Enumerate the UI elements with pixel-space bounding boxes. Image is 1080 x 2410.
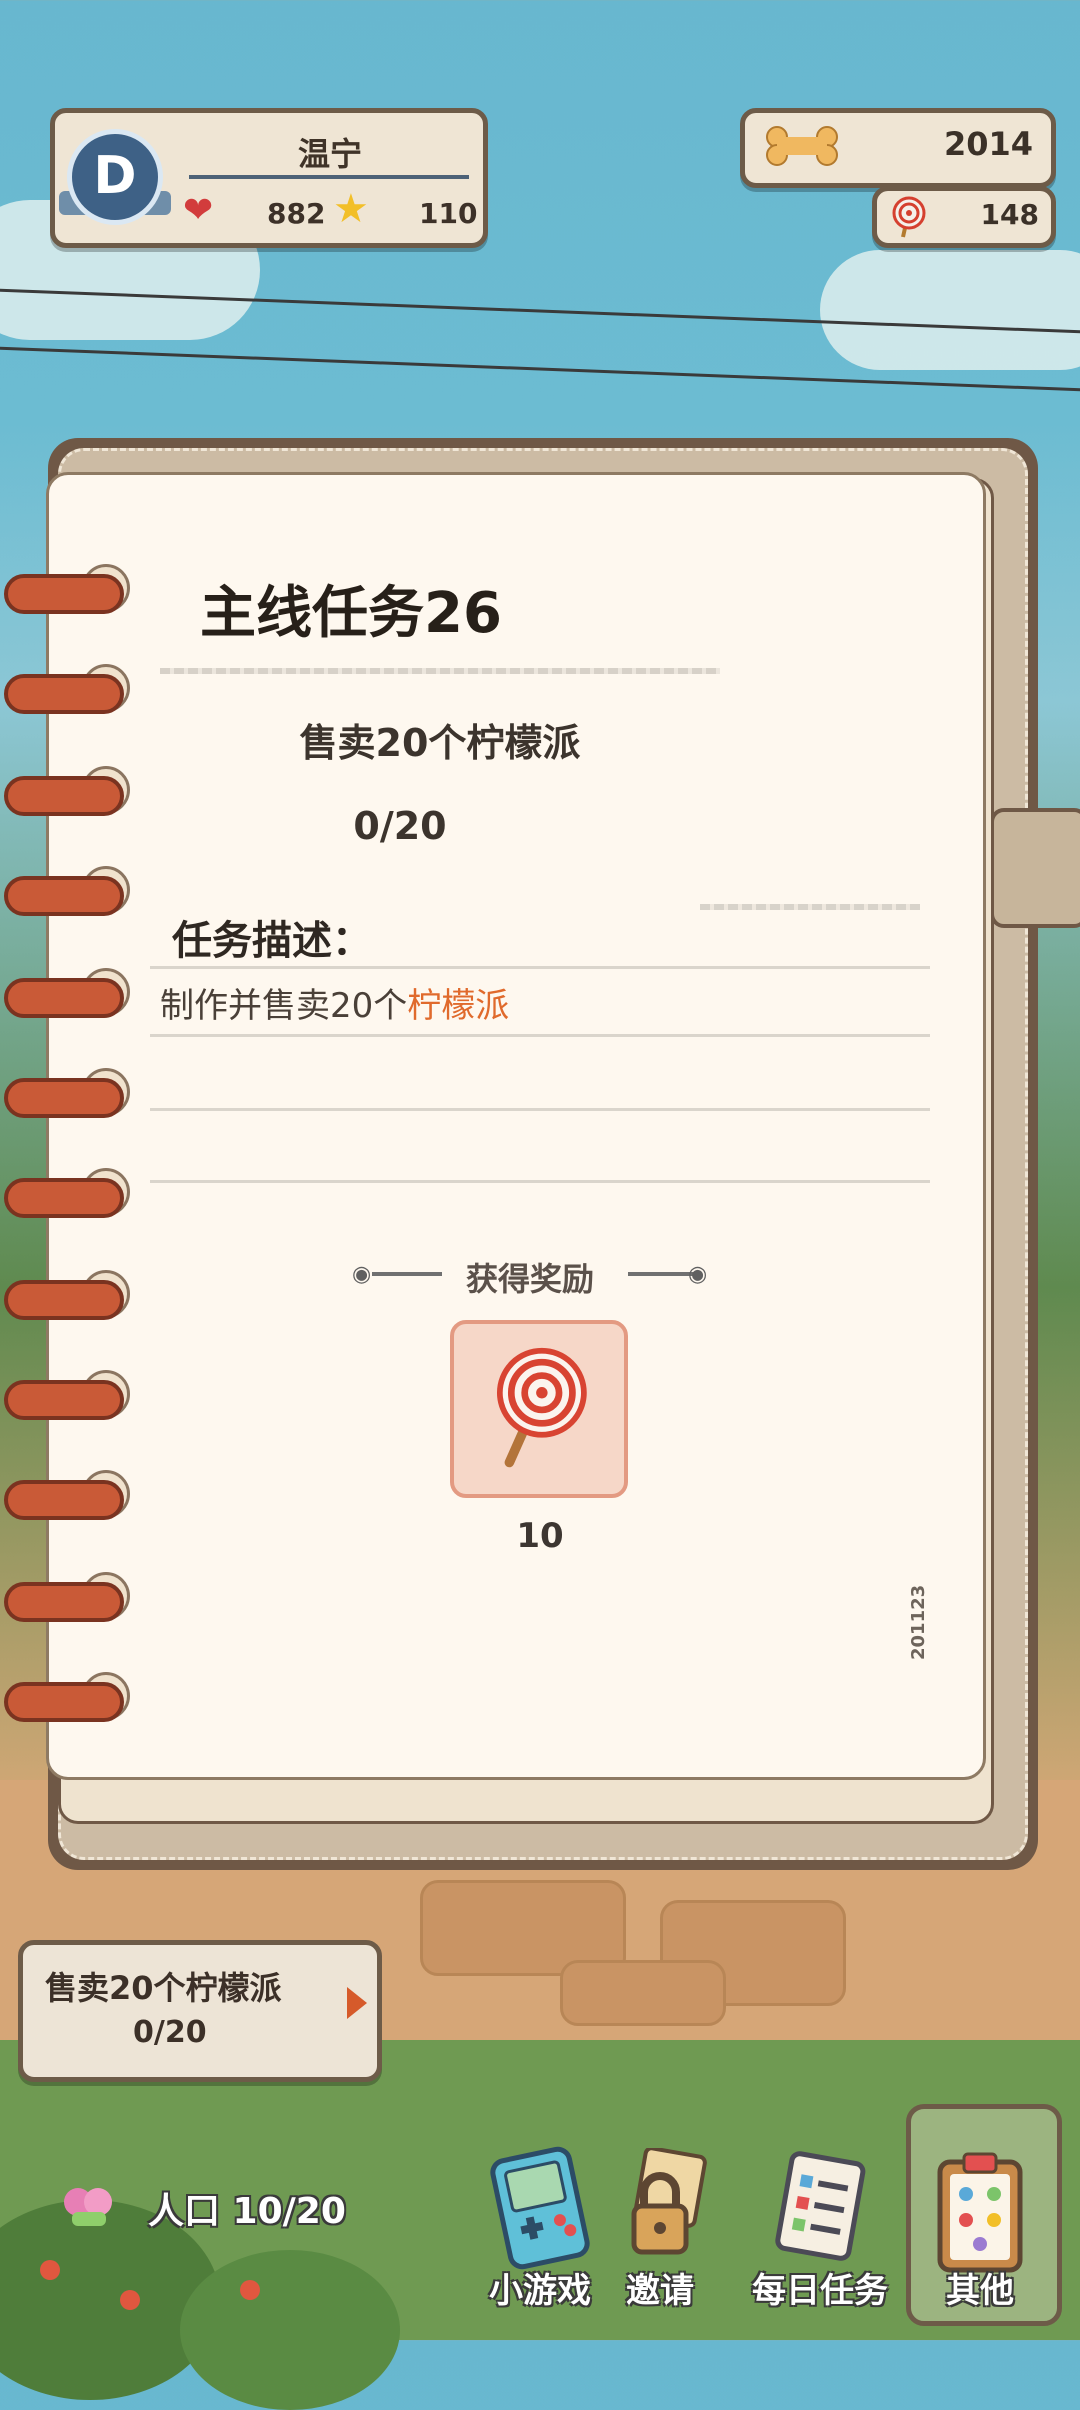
candy-value: 148 — [980, 198, 1039, 231]
stars-value: 110 — [419, 197, 478, 230]
reward-divider-left — [372, 1272, 442, 1276]
ruled-line — [150, 1108, 930, 1111]
other-label: 其他 — [946, 2271, 1014, 2311]
description-prefix: 制作并售卖20个 — [160, 986, 408, 1026]
flower — [120, 2290, 140, 2310]
description-highlight: 柠檬派 — [407, 986, 510, 1026]
description-label: 任务描述： — [172, 918, 372, 964]
invite-label: 邀请 — [626, 2271, 694, 2311]
bone-end-icon: ◉ — [352, 1262, 372, 1287]
other-button[interactable]: 其他 — [910, 2140, 1050, 2340]
mini-games-label: 小游戏 — [489, 2271, 591, 2311]
flower — [240, 2280, 260, 2300]
reward-label: 获得奖励 — [465, 1260, 594, 1298]
gameboy-icon — [490, 2146, 590, 2270]
tracker-title: 售卖20个柠檬派 — [45, 1969, 282, 2007]
title-divider — [160, 668, 720, 674]
lollipop-icon — [892, 196, 926, 238]
bone-icon — [766, 126, 838, 166]
lock-icon — [631, 2148, 707, 2255]
reward-count: 10 — [516, 1516, 564, 1556]
population-text: 人口 10/20 — [148, 2191, 346, 2232]
rank-badge: D — [67, 129, 163, 225]
cloud — [820, 250, 1080, 370]
quest-progress: 0/20 — [353, 804, 447, 848]
lollipop-icon — [496, 1347, 587, 1468]
flower — [40, 2260, 60, 2280]
hearts-value: 882 — [267, 197, 326, 230]
paving-stone — [560, 1960, 726, 2026]
bush — [180, 2250, 400, 2410]
bone-end-icon: ◉ — [688, 1262, 708, 1287]
user-info-panel[interactable]: D 温宁 ❤ 882 ★ 110 — [50, 108, 488, 248]
clipboard-icon — [937, 2152, 1023, 2273]
ruled-line — [150, 1180, 930, 1183]
bone-currency[interactable]: 2014 — [740, 108, 1056, 188]
population-icon — [64, 2188, 112, 2226]
ruled-line — [150, 966, 930, 969]
username: 温宁 — [297, 135, 362, 173]
checklist-icon — [775, 2151, 866, 2261]
notebook-clasp — [990, 808, 1080, 928]
decorative-divider — [700, 904, 920, 910]
quest-tracker[interactable]: 售卖20个柠檬派 0/20 — [18, 1940, 382, 2082]
page-id: 201123 — [908, 1584, 929, 1660]
arrow-right-icon — [347, 1987, 367, 2019]
quest-title: 主线任务26 — [200, 581, 502, 646]
name-underline — [189, 175, 469, 179]
description-text: 制作并售卖20个柠檬派 — [160, 978, 509, 1027]
star-icon: ★ — [333, 186, 369, 232]
invite-button[interactable]: 邀请 — [600, 2140, 720, 2340]
daily-tasks-label: 每日任务 — [752, 2271, 888, 2311]
quest-objective: 售卖20个柠檬派 — [299, 721, 581, 765]
daily-tasks-button[interactable]: 每日任务 — [750, 2140, 890, 2340]
mini-games-button[interactable]: 小游戏 — [470, 2140, 610, 2340]
tracker-progress: 0/20 — [133, 2015, 207, 2050]
ruled-line — [150, 1034, 930, 1037]
reward-item[interactable] — [450, 1320, 628, 1498]
bone-value: 2014 — [943, 125, 1033, 163]
candy-currency[interactable]: 148 — [872, 186, 1056, 248]
heart-icon: ❤ — [183, 190, 214, 231]
